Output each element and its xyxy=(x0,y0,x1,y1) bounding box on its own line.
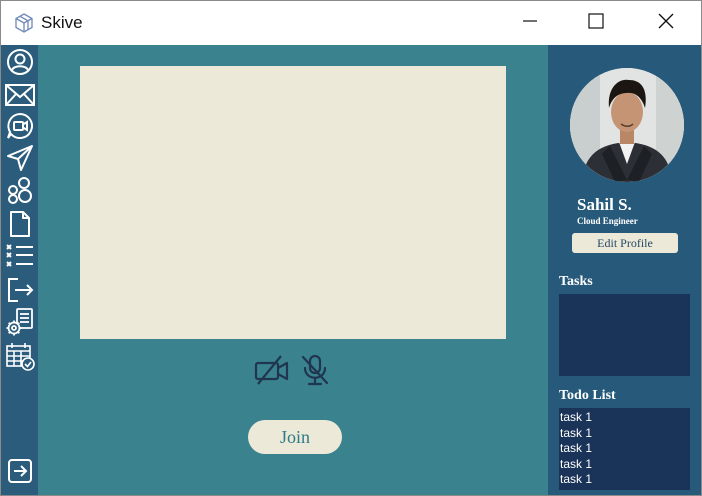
meeting-area: Join xyxy=(38,45,548,495)
minimize-button[interactable] xyxy=(507,1,553,45)
sidebar-item-documents[interactable] xyxy=(5,210,35,243)
todo-item[interactable]: task 1 xyxy=(559,441,690,457)
sidebar-item-checklist[interactable] xyxy=(5,243,35,273)
mail-icon xyxy=(5,83,35,112)
avatar xyxy=(570,68,684,182)
mic-off-icon xyxy=(300,354,330,391)
title-bar[interactable]: Skive xyxy=(1,1,701,45)
todo-item[interactable]: task 1 xyxy=(559,426,690,442)
calendar-check-icon xyxy=(5,341,35,376)
exit-arrow-icon xyxy=(7,457,33,490)
todo-heading: Todo List xyxy=(559,388,616,403)
logout-icon xyxy=(6,276,34,309)
group-icon xyxy=(5,176,35,209)
user-circle-icon xyxy=(6,48,34,81)
sidebar-item-settings[interactable] xyxy=(5,307,35,342)
sidebar-item-calendar[interactable] xyxy=(5,341,35,376)
sidebar-item-groups[interactable] xyxy=(5,176,35,209)
minimize-icon xyxy=(522,13,538,34)
sidebar-exit-button[interactable] xyxy=(5,458,35,488)
checklist-icon xyxy=(5,242,35,275)
sidebar-item-mail[interactable] xyxy=(5,82,35,112)
tasks-list xyxy=(559,294,690,376)
tasks-heading: Tasks xyxy=(559,274,593,289)
todo-item[interactable]: task 1 xyxy=(559,472,690,488)
mic-toggle-button[interactable] xyxy=(296,354,334,390)
sidebar-item-send[interactable] xyxy=(5,144,35,177)
window-title: Skive xyxy=(41,13,83,32)
maximize-icon xyxy=(588,12,604,34)
settings-document-icon xyxy=(5,307,35,342)
profile-name: Sahil S. xyxy=(577,195,632,214)
sidebar-item-logout[interactable] xyxy=(5,277,35,307)
sidebar-item-video-chat[interactable] xyxy=(5,112,35,145)
send-icon xyxy=(6,144,34,177)
camera-toggle-button[interactable] xyxy=(253,354,291,390)
close-icon xyxy=(658,13,674,34)
app-window: Skive Join Sahil S. Cloud Engineer Edit … xyxy=(0,0,702,496)
sidebar-item-profile[interactable] xyxy=(5,48,35,81)
close-button[interactable] xyxy=(643,1,689,45)
maximize-button[interactable] xyxy=(573,1,619,45)
profile-panel: Sahil S. Cloud Engineer Edit Profile Tas… xyxy=(548,45,701,495)
profile-role: Cloud Engineer xyxy=(577,216,638,226)
video-chat-icon xyxy=(6,112,34,145)
join-button[interactable]: Join xyxy=(248,420,342,454)
skive-cube-icon xyxy=(13,12,35,34)
sidebar xyxy=(1,45,38,495)
camera-off-icon xyxy=(254,354,290,391)
todo-list: task 1 task 1 task 1 task 1 task 1 xyxy=(559,408,690,490)
video-preview xyxy=(80,66,506,339)
todo-item[interactable]: task 1 xyxy=(559,457,690,473)
edit-profile-button[interactable]: Edit Profile xyxy=(572,233,678,253)
todo-item[interactable]: task 1 xyxy=(559,410,690,426)
document-icon xyxy=(7,210,33,243)
